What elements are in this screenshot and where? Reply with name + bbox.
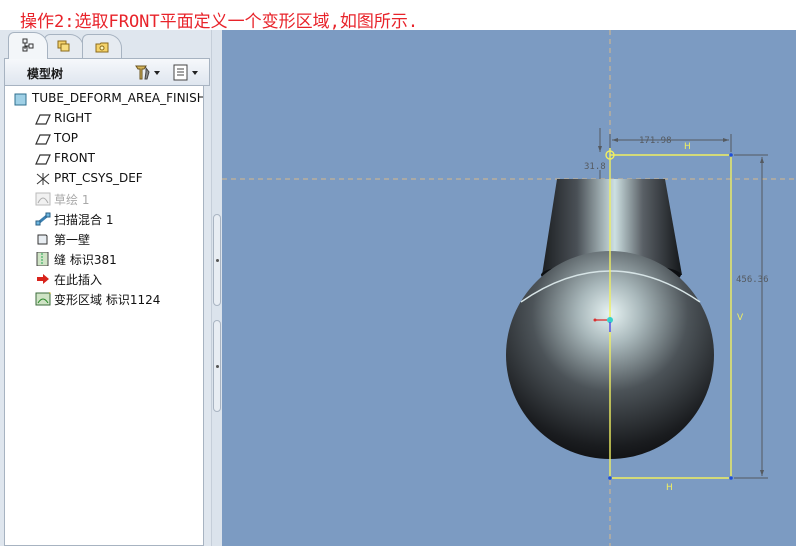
sketch-vertex[interactable] xyxy=(729,153,733,157)
navigator-panel: 模型树 TUBE_DEFORM_AREA_FINISH RIGHT TOP FR… xyxy=(0,30,222,546)
tree-item-label: 在此插入 xyxy=(54,273,103,287)
sketch-constraint-h-top: H xyxy=(684,142,691,152)
tree-item-label: TOP xyxy=(54,131,79,145)
sketch-constraint-h-bottom: H xyxy=(666,483,673,493)
grip-dot xyxy=(216,259,219,262)
sketch-icon xyxy=(35,192,51,206)
tree-item-label: 缝 标识381 xyxy=(54,253,117,267)
insert-here-arrow-icon xyxy=(37,274,49,284)
model-tree-header: 模型树 xyxy=(4,58,210,86)
deform-area-icon xyxy=(35,292,51,306)
model-tree-title: 模型树 xyxy=(27,67,64,81)
tree-item-label: 草绘 1 xyxy=(54,193,90,207)
model-tree: TUBE_DEFORM_AREA_FINISH RIGHT TOP FRONT … xyxy=(4,86,204,546)
tree-item-label: 扫描混合 1 xyxy=(54,213,114,227)
dim-offset-value[interactable]: 31.8 xyxy=(584,162,606,172)
tree-show-button[interactable] xyxy=(171,62,201,82)
tree-item-label: PRT_CSYS_DEF xyxy=(54,171,143,185)
dim-height-value[interactable]: 456.36 xyxy=(736,275,769,285)
splitter-grip-upper[interactable] xyxy=(213,214,221,306)
instruction-caption: 操作2:选取FRONT平面定义一个变形区域,如图所示. xyxy=(0,0,796,32)
tree-item-label: RIGHT xyxy=(54,111,92,125)
tree-item-label: FRONT xyxy=(54,151,95,165)
coordinate-system-icon xyxy=(36,173,50,185)
tab-favorites[interactable] xyxy=(82,34,122,58)
panel-splitter[interactable] xyxy=(211,30,222,546)
tree-item-label: 变形区域 标识1124 xyxy=(54,293,161,307)
swept-blend-icon xyxy=(35,212,51,226)
favorites-folder-tab-icon xyxy=(95,42,109,53)
model-graphics[interactable]: 171.98 31.8 456.36 H V H xyxy=(222,30,796,546)
tree-item-label: TUBE_DEFORM_AREA_FINISH xyxy=(32,91,204,105)
sketch-vertex[interactable] xyxy=(608,476,612,480)
datum-plane-icon xyxy=(35,134,51,145)
dim-offset-left[interactable]: 31.8 xyxy=(584,128,606,179)
grip-dot xyxy=(216,365,219,368)
navigator-tabs xyxy=(8,32,208,59)
first-wall-icon xyxy=(37,234,48,245)
sketch-constraint-v: V xyxy=(737,313,744,323)
tab-model-tree[interactable] xyxy=(8,32,48,59)
splitter-grip-lower[interactable] xyxy=(213,320,221,412)
seam-icon xyxy=(36,252,49,266)
tree-settings-tools-icon xyxy=(135,65,160,80)
tree-item-label: 第一壁 xyxy=(54,233,91,247)
datum-plane-icon xyxy=(35,114,51,125)
sketch-vertex[interactable] xyxy=(729,476,733,480)
tab-layers[interactable] xyxy=(44,34,84,58)
layers-tab-icon xyxy=(57,40,70,52)
dim-width-value[interactable]: 171.98 xyxy=(639,136,672,146)
datum-plane-icon xyxy=(35,154,51,165)
dim-width-top[interactable]: 171.98 xyxy=(609,134,732,152)
model-tree-tab-icon xyxy=(22,38,34,52)
tree-settings-button[interactable] xyxy=(133,62,163,82)
part-icon xyxy=(14,93,27,106)
graphics-viewport[interactable]: 171.98 31.8 456.36 H V H xyxy=(222,30,796,546)
tree-show-list-icon xyxy=(173,64,198,81)
